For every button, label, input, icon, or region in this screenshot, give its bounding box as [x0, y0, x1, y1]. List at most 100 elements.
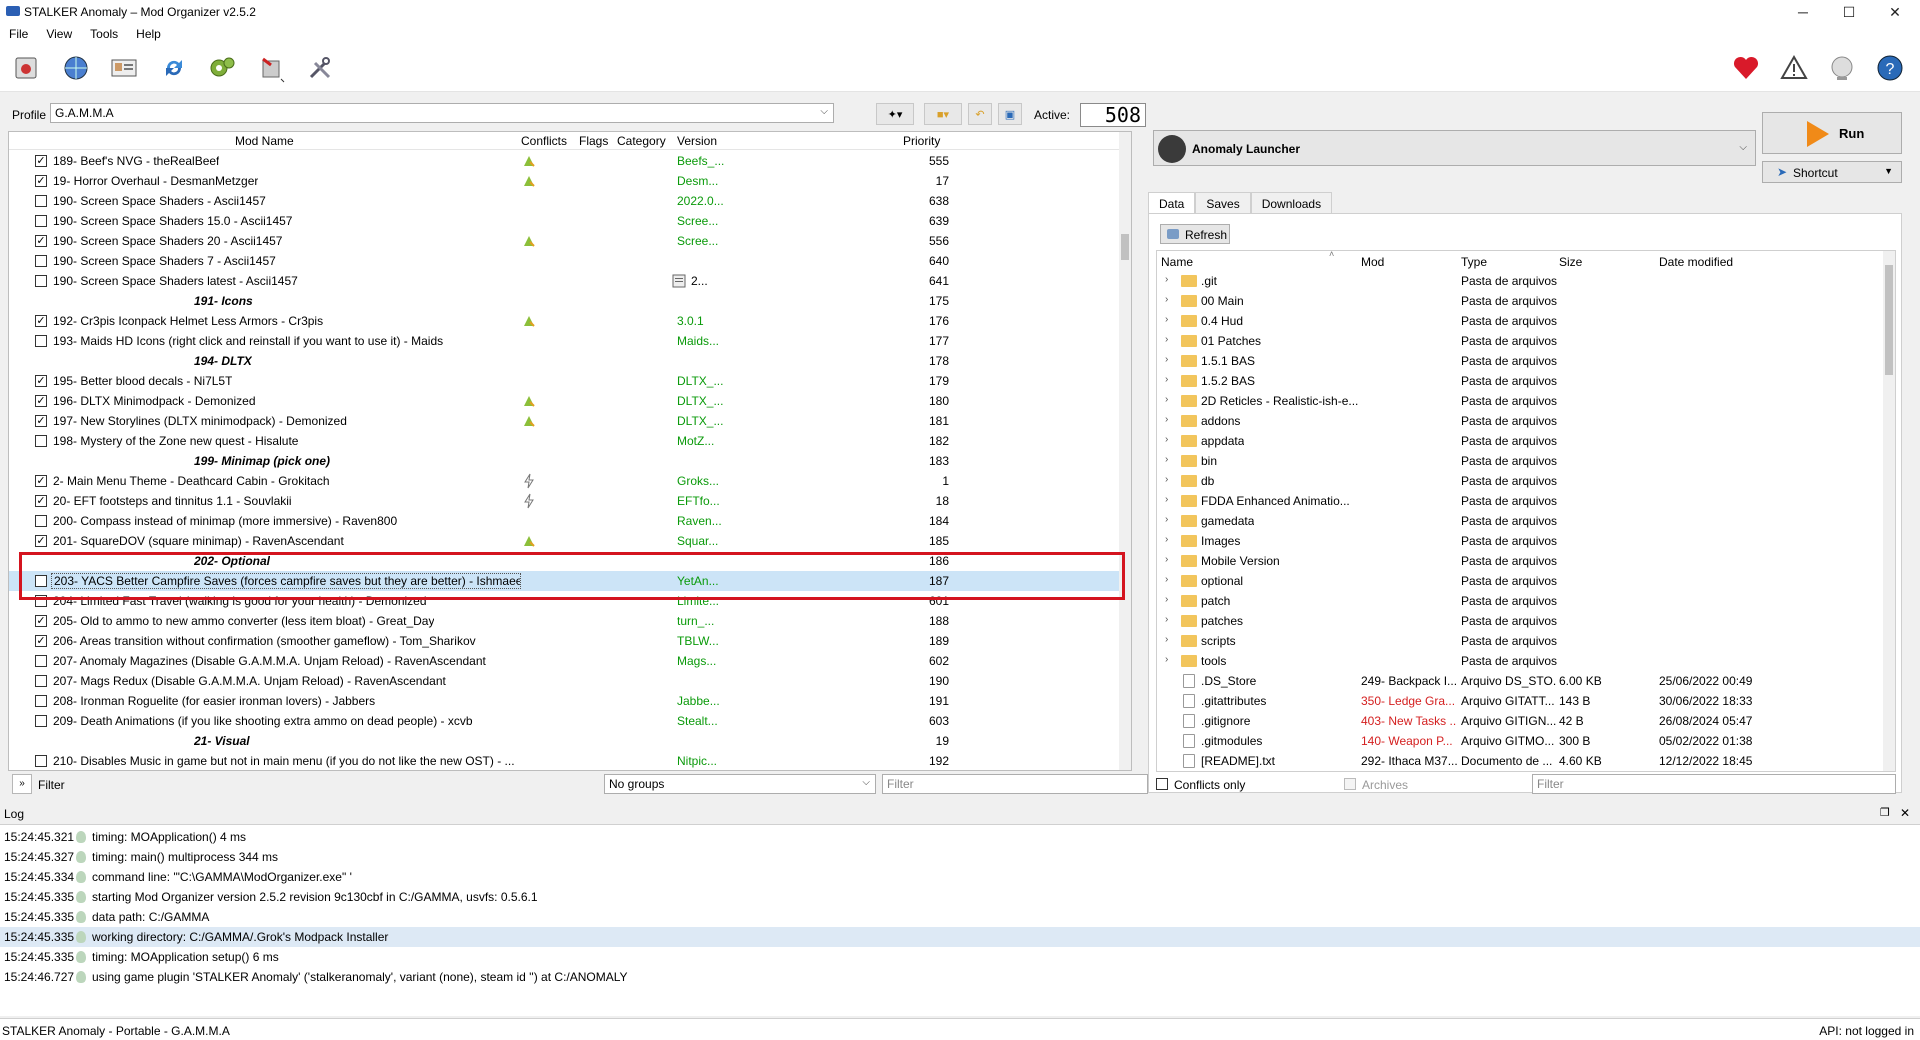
mod-checkbox[interactable]	[35, 435, 47, 447]
file-row[interactable]: .gitattributes 350- Ledge Gra... Arquivo G…	[1157, 691, 1883, 711]
file-row[interactable]: [README].txt 292- Ithaca M37... Documento …	[1157, 751, 1883, 771]
mod-checkbox[interactable]: ✓	[35, 535, 47, 547]
mod-checkbox[interactable]: ✓	[35, 475, 47, 487]
mod-row[interactable]: 190- Screen Space Shaders 7 - Ascii1457 6…	[9, 251, 1119, 271]
mod-checkbox[interactable]	[35, 715, 47, 727]
folder-row[interactable]: › 0.4 Hud Pasta de arquivos	[1157, 311, 1883, 331]
col-category[interactable]: Category	[617, 134, 666, 148]
folder-row[interactable]: › patches Pasta de arquivos	[1157, 611, 1883, 631]
mod-row[interactable]: ✓ 190- Screen Space Shaders 20 - Ascii145…	[9, 231, 1119, 251]
log-pane[interactable]: 15:24:45.321 timing: MOApplication() 4 ms…	[0, 824, 1920, 1016]
undock-icon[interactable]: ❐	[1880, 806, 1890, 819]
mod-row[interactable]: ✓ 205- Old to ammo to new ammo converter …	[9, 611, 1119, 631]
expand-arrow-icon[interactable]: ›	[1165, 334, 1168, 345]
expand-arrow-icon[interactable]: ›	[1165, 454, 1168, 465]
open-folder-button[interactable]: ■▾	[924, 103, 962, 125]
col-mod-name[interactable]: Mod Name	[235, 134, 294, 148]
close-log-icon[interactable]: ✕	[1900, 806, 1910, 820]
mod-checkbox[interactable]: ✓	[35, 235, 47, 247]
file-list-scrollbar[interactable]	[1883, 251, 1895, 771]
folder-row[interactable]: › 1.5.1 BAS Pasta de arquivos	[1157, 351, 1883, 371]
col-size[interactable]: Size	[1559, 255, 1582, 269]
mod-row[interactable]: ✓ 192- Cr3pis Iconpack Helmet Less Armors…	[9, 311, 1119, 331]
expand-arrow-icon[interactable]: ›	[1165, 374, 1168, 385]
archives-checkbox[interactable]	[1344, 778, 1356, 790]
separator-row[interactable]: 21- Visual 19	[9, 731, 1119, 751]
close-button[interactable]: ✕	[1872, 0, 1918, 24]
folder-row[interactable]: › db Pasta de arquivos	[1157, 471, 1883, 491]
mod-row[interactable]: 207- Mags Redux (Disable G.A.M.M.A. Unja…	[9, 671, 1119, 691]
mod-checkbox[interactable]	[35, 675, 47, 687]
folder-row[interactable]: › FDDA Enhanced Animatio... Pasta de arqui…	[1157, 491, 1883, 511]
mod-checkbox[interactable]	[35, 655, 47, 667]
mod-checkbox[interactable]: ✓	[35, 495, 47, 507]
scrollbar-thumb[interactable]	[1885, 265, 1893, 375]
tab-data[interactable]: Data	[1148, 192, 1196, 214]
folder-row[interactable]: › 1.5.2 BAS Pasta de arquivos	[1157, 371, 1883, 391]
col-version[interactable]: Version	[677, 134, 717, 148]
mod-checkbox[interactable]: ✓	[35, 155, 47, 167]
expand-arrow-icon[interactable]: ›	[1165, 354, 1168, 365]
expand-arrow-icon[interactable]: ›	[1165, 534, 1168, 545]
expand-arrow-icon[interactable]: ›	[1165, 654, 1168, 665]
file-row[interactable]: .gitmodules 140- Weapon P... Arquivo GITMO…	[1157, 731, 1883, 751]
mod-row[interactable]: ✓ 195- Better blood decals - Ni7L5T DLTX_.…	[9, 371, 1119, 391]
mod-checkbox[interactable]	[35, 215, 47, 227]
mod-row[interactable]: 200- Compass instead of minimap (more im…	[9, 511, 1119, 531]
mod-checkbox[interactable]	[35, 275, 47, 287]
mod-checkbox[interactable]	[35, 195, 47, 207]
expand-arrow-icon[interactable]: ›	[1165, 614, 1168, 625]
folder-row[interactable]: › Mobile Version Pasta de arquivos	[1157, 551, 1883, 571]
mod-row[interactable]: 198- Mystery of the Zone new quest - His…	[9, 431, 1119, 451]
conflicts-only-checkbox[interactable]	[1156, 778, 1168, 790]
folder-row[interactable]: › Images Pasta de arquivos	[1157, 531, 1883, 551]
file-row[interactable]: .DS_Store 249- Backpack I... Arquivo DS_ST…	[1157, 671, 1883, 691]
mod-row[interactable]: ✓ 206- Areas transition without confirmat…	[9, 631, 1119, 651]
data-filter-input[interactable]: Filter	[1532, 774, 1896, 794]
folder-row[interactable]: › .git Pasta de arquivos	[1157, 271, 1883, 291]
warning-icon[interactable]	[1778, 52, 1810, 84]
expand-arrow-icon[interactable]: ›	[1165, 434, 1168, 445]
mod-row[interactable]: ✓ 197- New Storylines (DLTX minimodpack) …	[9, 411, 1119, 431]
folder-row[interactable]: › 2D Reticles - Realistic-ish-e... Pasta d…	[1157, 391, 1883, 411]
mod-row[interactable]: 190- Screen Space Shaders - Ascii1457 202…	[9, 191, 1119, 211]
col-conflicts[interactable]: Conflicts	[521, 134, 567, 148]
col-mod[interactable]: Mod	[1361, 255, 1384, 269]
expand-arrow-icon[interactable]: ›	[1165, 634, 1168, 645]
folder-row[interactable]: › appdata Pasta de arquivos	[1157, 431, 1883, 451]
help-icon[interactable]: ?	[1874, 52, 1906, 84]
mod-checkbox[interactable]	[35, 755, 47, 767]
maximize-button[interactable]: ☐	[1826, 0, 1872, 24]
mod-checkbox[interactable]: ✓	[35, 175, 47, 187]
scrollbar-thumb[interactable]	[1121, 234, 1129, 260]
tab-downloads[interactable]: Downloads	[1250, 192, 1333, 214]
profile-select[interactable]: G.A.M.M.A ⌵	[50, 103, 834, 123]
mod-row[interactable]: 193- Maids HD Icons (right click and rei…	[9, 331, 1119, 351]
groups-select[interactable]: No groups ⌵	[604, 774, 876, 794]
col-date-modified[interactable]: Date modified	[1659, 255, 1733, 269]
mod-row[interactable]: ✓ 201- SquareDOV (square minimap) - Raven…	[9, 531, 1119, 551]
restore-backup-button[interactable]: ↶	[968, 103, 992, 125]
tools-plugins-icon[interactable]	[256, 52, 288, 84]
separator-row[interactable]: 191- Icons 175	[9, 291, 1119, 311]
mod-row[interactable]: 207- Anomaly Magazines (Disable G.A.M.M.…	[9, 651, 1119, 671]
folder-row[interactable]: › addons Pasta de arquivos	[1157, 411, 1883, 431]
folder-row[interactable]: › gamedata Pasta de arquivos	[1157, 511, 1883, 531]
menu-file[interactable]: File	[0, 24, 37, 44]
file-row[interactable]: .gitignore 403- New Tasks ... Arquivo GITI…	[1157, 711, 1883, 731]
mod-row[interactable]: 208- Ironman Roguelite (for easier ironm…	[9, 691, 1119, 711]
mod-row[interactable]: 190- Screen Space Shaders 15.0 - Ascii14…	[9, 211, 1119, 231]
executables-gear-icon[interactable]	[206, 52, 238, 84]
col-name[interactable]: Name	[1161, 255, 1193, 269]
expand-arrow-icon[interactable]: ›	[1165, 594, 1168, 605]
expand-arrow-icon[interactable]: ›	[1165, 514, 1168, 525]
mod-row[interactable]: ✓ 20- EFT footsteps and tinnitus 1.1 - So…	[9, 491, 1119, 511]
menu-view[interactable]: View	[37, 24, 81, 44]
mod-checkbox[interactable]	[35, 335, 47, 347]
col-type[interactable]: Type	[1461, 255, 1487, 269]
mod-checkbox[interactable]	[35, 695, 47, 707]
mod-row[interactable]: ✓ 189- Beef's NVG - theRealBeef Beefs_... 5…	[9, 151, 1119, 171]
col-flags[interactable]: Flags	[579, 134, 608, 148]
mod-checkbox[interactable]: ✓	[35, 615, 47, 627]
mod-checkbox[interactable]: ✓	[35, 395, 47, 407]
